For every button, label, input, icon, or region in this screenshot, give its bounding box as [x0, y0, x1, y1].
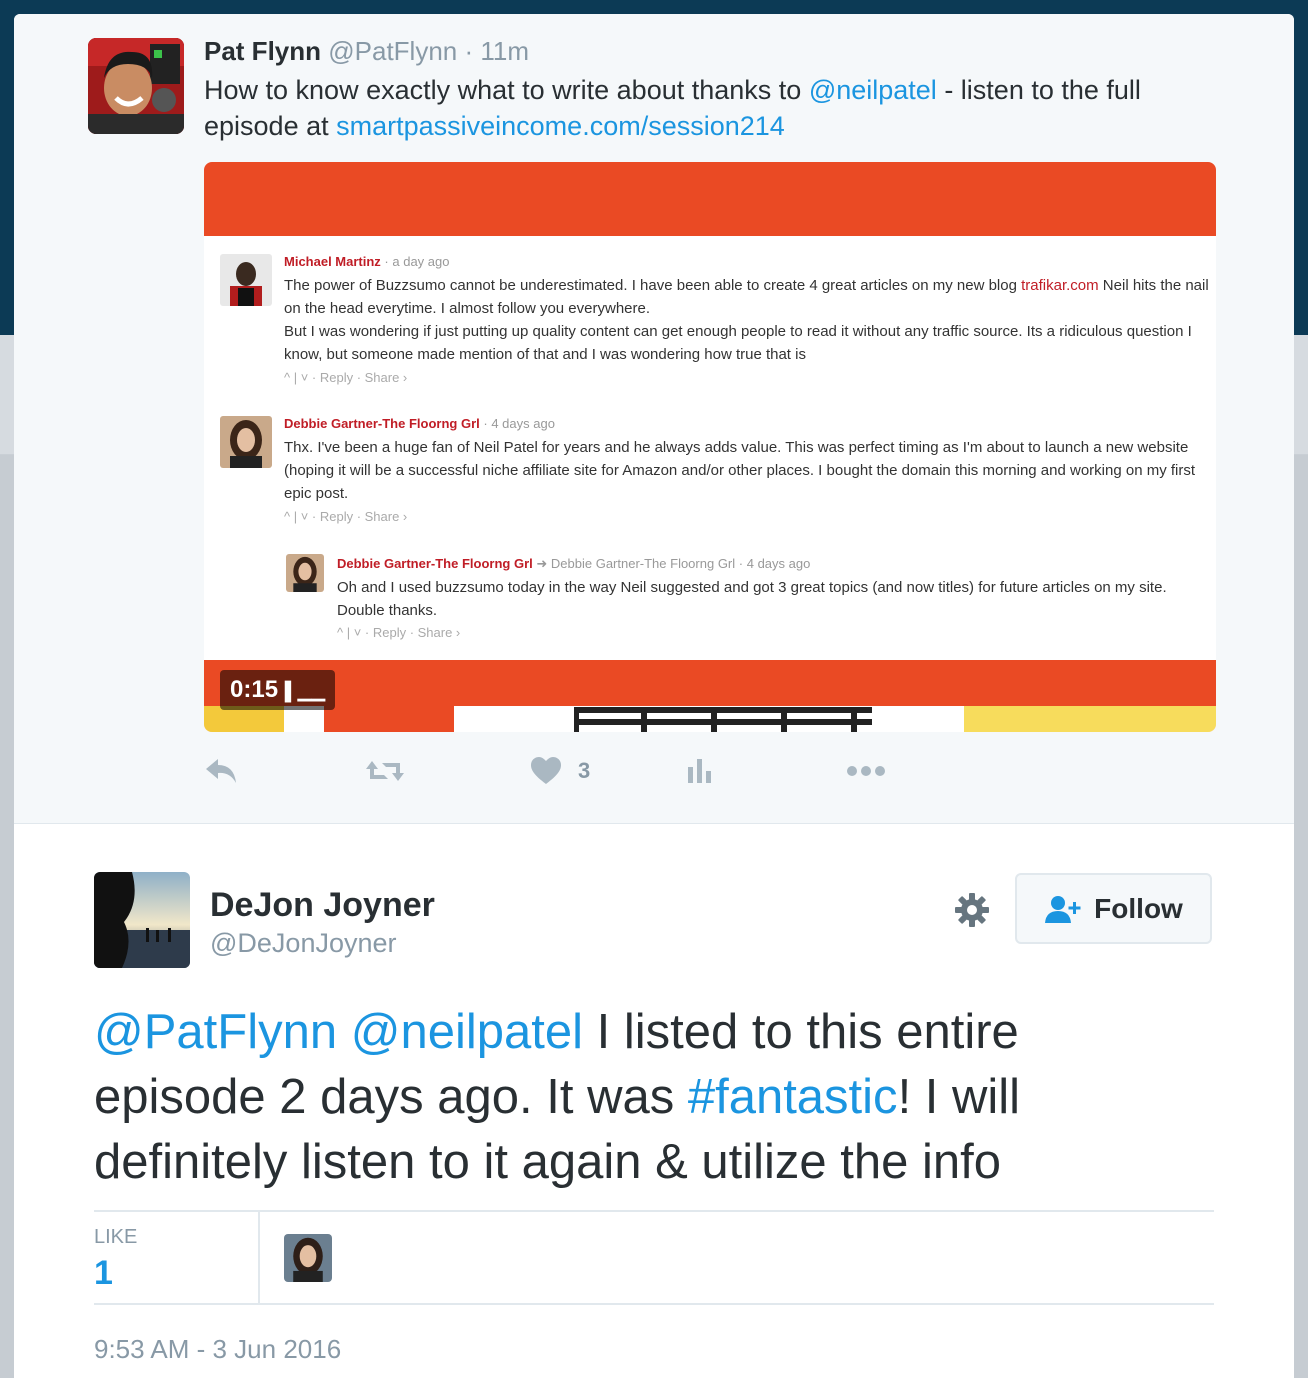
parent-author-handle[interactable]: @PatFlynn: [328, 36, 457, 66]
comment-header: Debbie Gartner-The Floorng Grl · 4 days …: [284, 416, 555, 431]
like-stat-label: LIKE: [94, 1226, 138, 1248]
comment-link[interactable]: trafikar.com: [1021, 277, 1099, 294]
reply-arrow-icon: ➜: [536, 556, 548, 571]
main-author-handle[interactable]: @DeJonJoyner: [210, 928, 397, 959]
comment-text: But I was wondering if just putting up q…: [284, 323, 1192, 363]
comment-body: Oh and I used buzzsumo today in the way …: [337, 579, 1167, 619]
stats-divider-top: [94, 1210, 1214, 1212]
video-player[interactable]: Michael Martinz · a day ago The power of…: [204, 162, 1216, 732]
tweet-permalink-card: Pat Flynn @PatFlynn · 11m How to know ex…: [14, 14, 1294, 1378]
video-strip-decoration: [324, 706, 454, 732]
hashtag-fantastic[interactable]: #fantastic: [688, 1070, 898, 1124]
parent-author-name[interactable]: Pat Flynn: [204, 36, 321, 66]
follow-person-icon: [1045, 895, 1081, 923]
parent-tweet[interactable]: Pat Flynn @PatFlynn · 11m How to know ex…: [14, 14, 1294, 824]
main-author-name[interactable]: DeJon Joyner: [210, 886, 435, 925]
liker-avatar[interactable]: [284, 1234, 332, 1282]
reply-to-name[interactable]: Debbie Gartner-The Floorng Grl: [551, 556, 735, 571]
video-strip-decoration: [964, 706, 1216, 732]
comment-header: Michael Martinz · a day ago: [284, 254, 450, 269]
more-button[interactable]: [846, 754, 886, 788]
analytics-button[interactable]: [686, 754, 712, 788]
retweet-button[interactable]: [364, 754, 406, 788]
tweet-timestamp[interactable]: 9:53 AM - 3 Jun 2016: [94, 1334, 341, 1365]
comment-body: Thx. I've been a huge fan of Neil Patel …: [284, 439, 1196, 502]
time-separator: ·: [464, 36, 474, 66]
follow-button[interactable]: Follow: [1015, 873, 1212, 944]
comment-author[interactable]: Debbie Gartner-The Floorng Grl: [284, 416, 480, 431]
comment-actions[interactable]: ^ | ˅ · Reply · Share ›: [284, 509, 407, 524]
video-top-band: [204, 162, 1216, 236]
gear-icon[interactable]: [954, 892, 990, 928]
mention-patflynn[interactable]: @PatFlynn: [94, 1005, 337, 1059]
follow-label: Follow: [1094, 892, 1183, 924]
stats-separator: [258, 1212, 260, 1304]
comment-actions[interactable]: ^ | ˅ · Reply · Share ›: [284, 370, 407, 385]
parent-tweet-actions: 3: [204, 754, 904, 788]
main-tweet-text: @PatFlynn @neilpatel I listed to this en…: [94, 1000, 1194, 1195]
video-duration: 0:15: [230, 676, 279, 703]
commenter-avatar: [220, 254, 272, 306]
like-stat-value[interactable]: 1: [94, 1254, 113, 1293]
stats-divider-bottom: [94, 1303, 1214, 1305]
commenter-avatar: [220, 416, 272, 468]
like-button[interactable]: 3: [530, 754, 590, 788]
comment-time: 4 days ago: [491, 416, 555, 431]
episode-link[interactable]: smartpassiveincome.com/session214: [336, 111, 785, 141]
reply-icon: [206, 759, 236, 783]
audio-bars-icon: ▌▁▁: [284, 681, 326, 701]
comment-header: Debbie Gartner-The Floorng Grl ➜ Debbie …: [337, 556, 811, 571]
heart-icon: [531, 757, 561, 784]
more-icon: [847, 766, 885, 776]
mention-neilpatel[interactable]: @neilpatel: [351, 1005, 583, 1059]
comment-author[interactable]: Debbie Gartner-The Floorng Grl: [337, 556, 533, 571]
comment-body: The power of Buzzsumo cannot be underest…: [284, 274, 1214, 366]
mention-neilpatel[interactable]: @neilpatel: [809, 75, 937, 105]
comment-actions[interactable]: ^ | ˅ · Reply · Share ›: [337, 625, 460, 640]
comment-time: 4 days ago: [746, 556, 811, 571]
like-count: 3: [578, 758, 591, 783]
parent-tweet-header: Pat Flynn @PatFlynn · 11m: [204, 36, 529, 66]
parent-tweet-text: How to know exactly what to write about …: [204, 72, 1224, 144]
video-strip-grid: [574, 707, 872, 732]
comment-author[interactable]: Michael Martinz: [284, 254, 381, 269]
parent-text-part1: How to know exactly what to write about …: [204, 75, 809, 105]
retweet-icon: [366, 761, 404, 781]
comment-text: The power of Buzzsumo cannot be underest…: [284, 277, 1022, 294]
avatar-dejon-joyner[interactable]: [94, 872, 190, 968]
parent-tweet-time[interactable]: 11m: [480, 36, 529, 66]
commenter-avatar: [286, 554, 324, 592]
video-duration-badge: 0:15 ▌▁▁: [220, 670, 336, 710]
comment-time: a day ago: [392, 254, 450, 269]
analytics-icon: [688, 759, 711, 783]
avatar-pat-flynn[interactable]: [88, 38, 184, 134]
reply-button[interactable]: [204, 754, 240, 788]
